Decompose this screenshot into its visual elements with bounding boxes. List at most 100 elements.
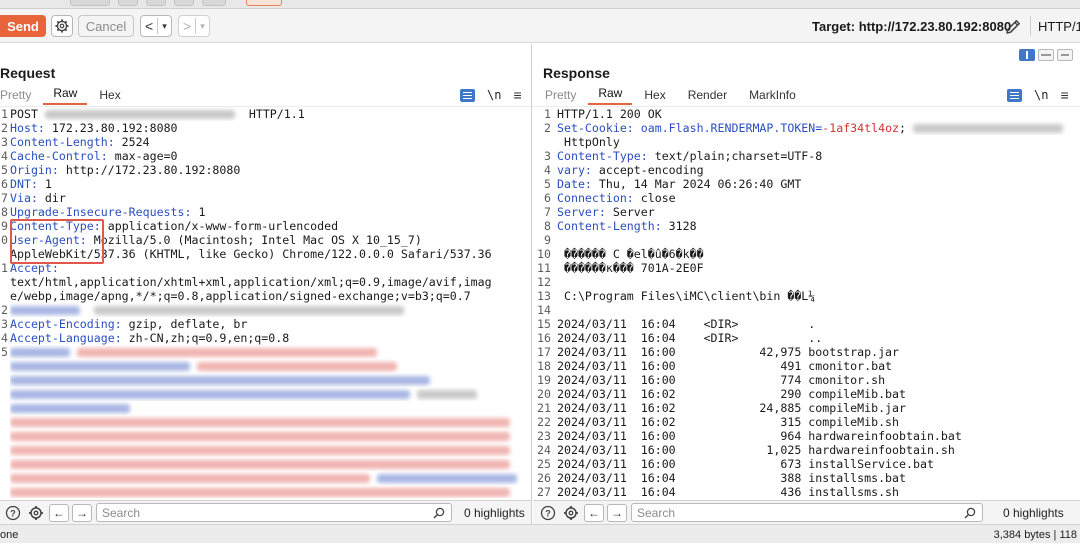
help-button[interactable]: ? — [538, 504, 558, 522]
text-segment: 2024/03/11 16:00 774 cmonitor.sh — [557, 373, 886, 387]
line-content: Content-Type: text/plain;charset=UTF-8 — [557, 149, 1080, 163]
status-bar: one 3,384 bytes | 118 — [0, 524, 1080, 543]
response-editor-tools: \n ≡ — [1007, 87, 1069, 103]
request-tab-pretty[interactable]: Pretty — [0, 88, 41, 105]
layout-side-by-side-button[interactable] — [1019, 49, 1035, 61]
search-settings-button[interactable] — [26, 504, 46, 522]
tab-stub[interactable] — [174, 0, 194, 6]
code-line: 4 vary: accept-encoding — [533, 163, 1080, 177]
redacted-text — [416, 390, 477, 399]
forward-history-dropdown[interactable]: ▾ — [196, 21, 209, 32]
word-wrap-icon[interactable] — [460, 88, 475, 102]
response-tab-markinfo[interactable]: MarkInfo — [739, 88, 806, 105]
http-version-selector[interactable]: HTTP/1 — [1038, 19, 1080, 34]
back-history-dropdown[interactable]: ▾ — [158, 21, 171, 32]
response-search-input[interactable] — [632, 504, 982, 522]
settings-button[interactable] — [51, 15, 73, 37]
tab-stub[interactable] — [202, 0, 226, 6]
pencil-icon[interactable] — [1003, 17, 1023, 37]
text-segment: Server — [605, 205, 655, 219]
request-tab-raw[interactable]: Raw — [43, 86, 88, 105]
redacted-text — [10, 404, 130, 413]
tab-stub[interactable] — [118, 0, 138, 6]
code-line: 2 Set-Cookie: oam.Flash.RENDERMAP.TOKEN=-… — [533, 121, 1080, 135]
line-number: 2 — [1, 303, 8, 317]
line-content: 2024/03/11 16:00 964 hardwareinfoobtain.… — [557, 429, 1080, 443]
arrow-right-icon: → — [76, 505, 88, 520]
layout-stacked-button[interactable] — [1038, 49, 1054, 61]
response-tab-pretty[interactable]: Pretty — [535, 88, 586, 105]
request-panel: Request Pretty Raw Hex \n ≡ 1 POST HTTP/1.1… — [0, 44, 532, 500]
text-segment — [80, 303, 94, 317]
send-button[interactable]: Send — [0, 15, 46, 37]
help-button[interactable]: ? — [3, 504, 23, 522]
code-line: 5 — [0, 345, 531, 359]
layout-tabbed-button[interactable] — [1057, 49, 1073, 61]
line-content — [10, 345, 531, 359]
response-tab-render[interactable]: Render — [678, 88, 737, 105]
cookie-value: -1af34tl4oz — [822, 121, 900, 135]
forward-button[interactable]: > — [179, 18, 195, 34]
cancel-button[interactable]: Cancel — [78, 15, 134, 37]
code-line: 3 Accept-Encoding: gzip, deflate, br — [0, 317, 531, 331]
response-tab-hex[interactable]: Hex — [634, 88, 675, 105]
code-line: text/html,application/xhtml+xml,applicat… — [0, 275, 531, 289]
text-segment: Thu, 14 Mar 2024 06:26:40 GMT — [591, 177, 802, 191]
text-segment: http://172.23.80.192:8080 — [58, 163, 241, 177]
newline-toggle[interactable]: \n — [487, 88, 501, 102]
line-number: 25 — [537, 457, 551, 471]
highlight-count: 0 highlights — [1003, 505, 1064, 520]
line-number: 18 — [537, 359, 551, 373]
code-line: 7 Via: dir — [0, 191, 531, 205]
previous-match-button[interactable]: ← — [49, 503, 69, 522]
header-name: Origin: — [10, 163, 59, 177]
text-segment: text/plain;charset=UTF-8 — [647, 149, 823, 163]
text-segment: 2024/03/11 16:00 964 hardwareinfoobtain.… — [557, 429, 962, 443]
line-number: 22 — [537, 415, 551, 429]
code-line — [0, 429, 531, 443]
line-content — [10, 415, 531, 429]
word-wrap-icon[interactable] — [1007, 88, 1022, 102]
line-number: 7 — [544, 205, 551, 219]
response-editor[interactable]: 1 HTTP/1.1 200 OK 2 Set-Cookie: oam.Flash.R… — [533, 106, 1080, 498]
line-content: 2024/03/11 16:04 436 installsms.sh — [557, 485, 1080, 498]
text-segment: max-age=0 — [107, 149, 178, 163]
tab-stub[interactable] — [146, 0, 166, 6]
text-segment: e/webp,image/apng,*/*;q=0.8,application/… — [10, 289, 471, 303]
request-title: Request — [0, 65, 56, 81]
request-editor[interactable]: 1 POST HTTP/1.1 2 Host: 172.23.80.192:8080 3… — [0, 106, 531, 498]
line-content: 2024/03/11 16:02 290 compileMib.bat — [557, 387, 1080, 401]
text-segment: ������ C �el�û�6�k�� — [557, 247, 704, 261]
request-search-input[interactable] — [97, 504, 451, 522]
line-content — [10, 457, 531, 471]
line-content: text/html,application/xhtml+xml,applicat… — [10, 275, 531, 289]
tab-stub[interactable] — [70, 0, 110, 6]
line-number: 13 — [537, 289, 551, 303]
line-content — [10, 387, 531, 401]
line-content: 2024/03/11 16:04 <DIR> . — [557, 317, 1080, 331]
code-line: 2 — [0, 303, 531, 317]
text-segment — [190, 359, 197, 373]
hamburger-menu-icon[interactable]: ≡ — [1060, 87, 1068, 103]
newline-toggle[interactable]: \n — [1034, 88, 1048, 102]
tab-stub-active[interactable] — [246, 0, 282, 6]
previous-match-button[interactable]: ← — [584, 503, 604, 522]
back-button[interactable]: < — [141, 18, 157, 34]
text-segment: 2024/03/11 16:04 388 installsms.bat — [557, 471, 907, 485]
next-match-button[interactable]: → — [72, 503, 92, 522]
next-match-button[interactable]: → — [607, 503, 627, 522]
line-content: Date: Thu, 14 Mar 2024 06:26:40 GMT — [557, 177, 1080, 191]
text-segment: 2524 — [114, 135, 150, 149]
code-line: 14 — [533, 303, 1080, 317]
code-line: 1 HTTP/1.1 200 OK — [533, 107, 1080, 121]
response-tab-raw[interactable]: Raw — [588, 86, 633, 105]
request-tab-hex[interactable]: Hex — [89, 88, 130, 105]
hamburger-menu-icon[interactable]: ≡ — [513, 87, 521, 103]
response-size: 3,384 bytes | 118 — [993, 529, 1077, 541]
highlight-count: 0 highlights — [464, 505, 525, 520]
text-segment — [410, 387, 417, 401]
search-settings-button[interactable] — [561, 504, 581, 522]
line-content: 2024/03/11 16:04 388 installsms.bat — [557, 471, 1080, 485]
response-search-bar: ? ← → 0 highlights — [533, 500, 1080, 524]
line-content: ������ C �el�û�6�k�� — [557, 247, 1080, 261]
